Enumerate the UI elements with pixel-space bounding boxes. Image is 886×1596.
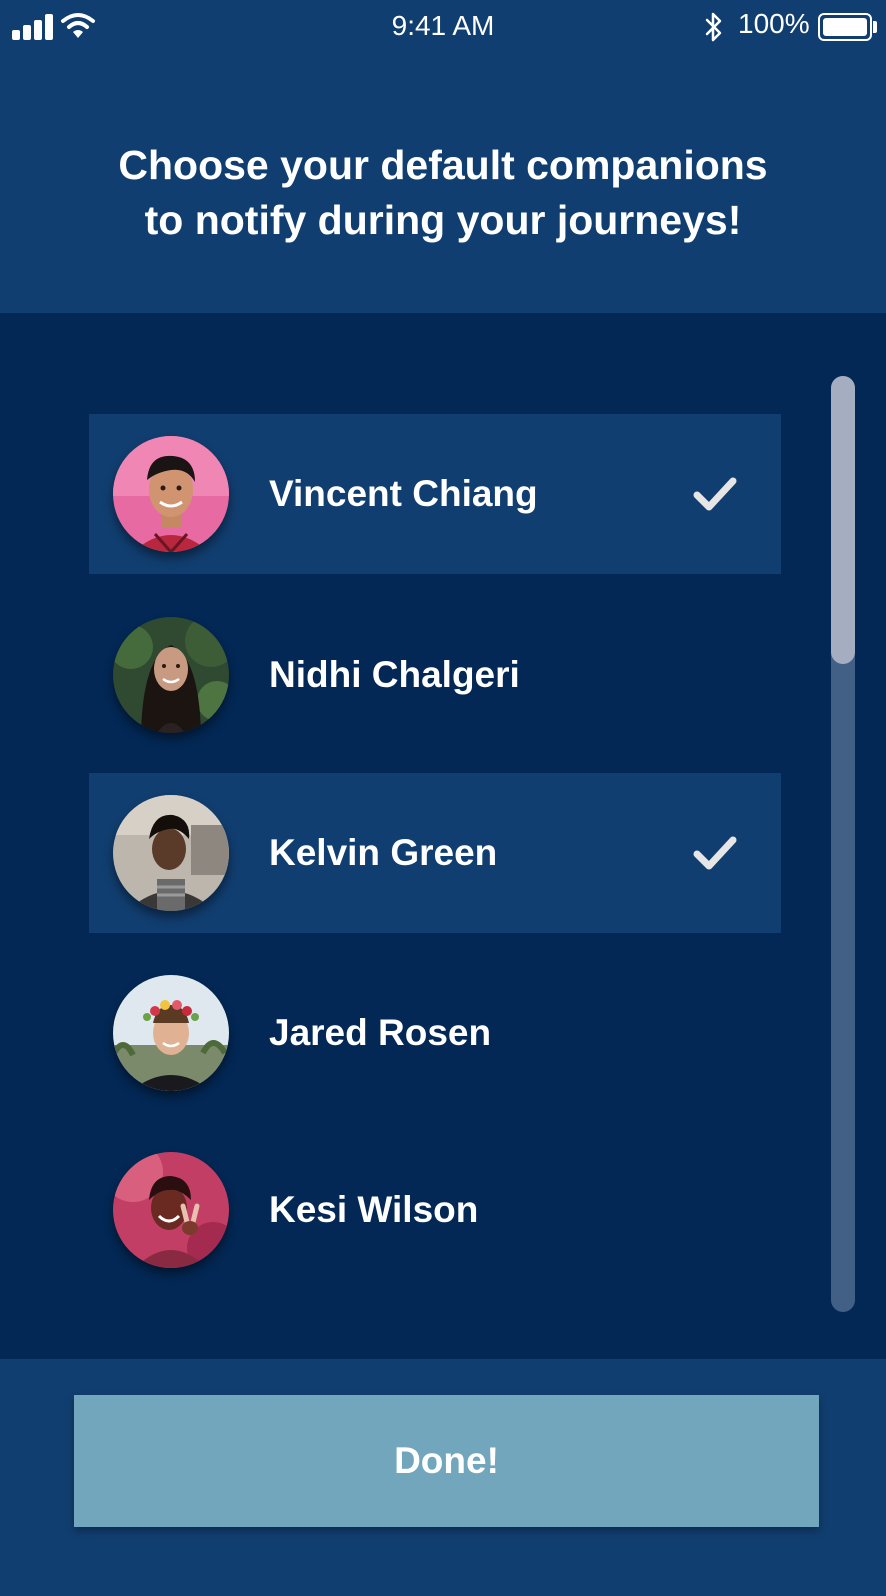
done-button[interactable]: Done!	[74, 1395, 819, 1527]
avatar	[113, 617, 229, 733]
companion-name: Jared Rosen	[269, 1012, 492, 1053]
scrollbar-thumb[interactable]	[831, 376, 855, 664]
check-icon	[693, 836, 737, 870]
companion-name: Vincent Chiang	[269, 473, 538, 514]
avatar	[113, 795, 229, 911]
battery-icon	[818, 13, 872, 41]
avatar	[113, 975, 229, 1091]
companion-name: Kesi Wilson	[269, 1189, 479, 1230]
companion-row-kelvin-green[interactable]: Kelvin Green	[89, 773, 781, 933]
companion-row-vincent-chiang[interactable]: Vincent Chiang	[89, 414, 781, 574]
avatar	[113, 1152, 229, 1268]
companion-row-jared-rosen[interactable]: Jared Rosen	[89, 953, 781, 1113]
companion-name: Nidhi Chalgeri	[269, 654, 520, 695]
companion-row-kesi-wilson[interactable]: Kesi Wilson	[89, 1130, 781, 1290]
status-bar: 9:41 AM 100%	[0, 0, 886, 56]
bluetooth-icon	[705, 12, 722, 42]
companion-row-nidhi-chalgeri[interactable]: Nidhi Chalgeri	[89, 595, 781, 755]
page-title: Choose your default companions to notify…	[118, 142, 768, 243]
avatar	[113, 436, 229, 552]
battery-tip	[873, 21, 877, 33]
battery-percent: 100%	[738, 8, 810, 39]
check-icon	[693, 477, 737, 511]
companion-name: Kelvin Green	[269, 832, 498, 873]
